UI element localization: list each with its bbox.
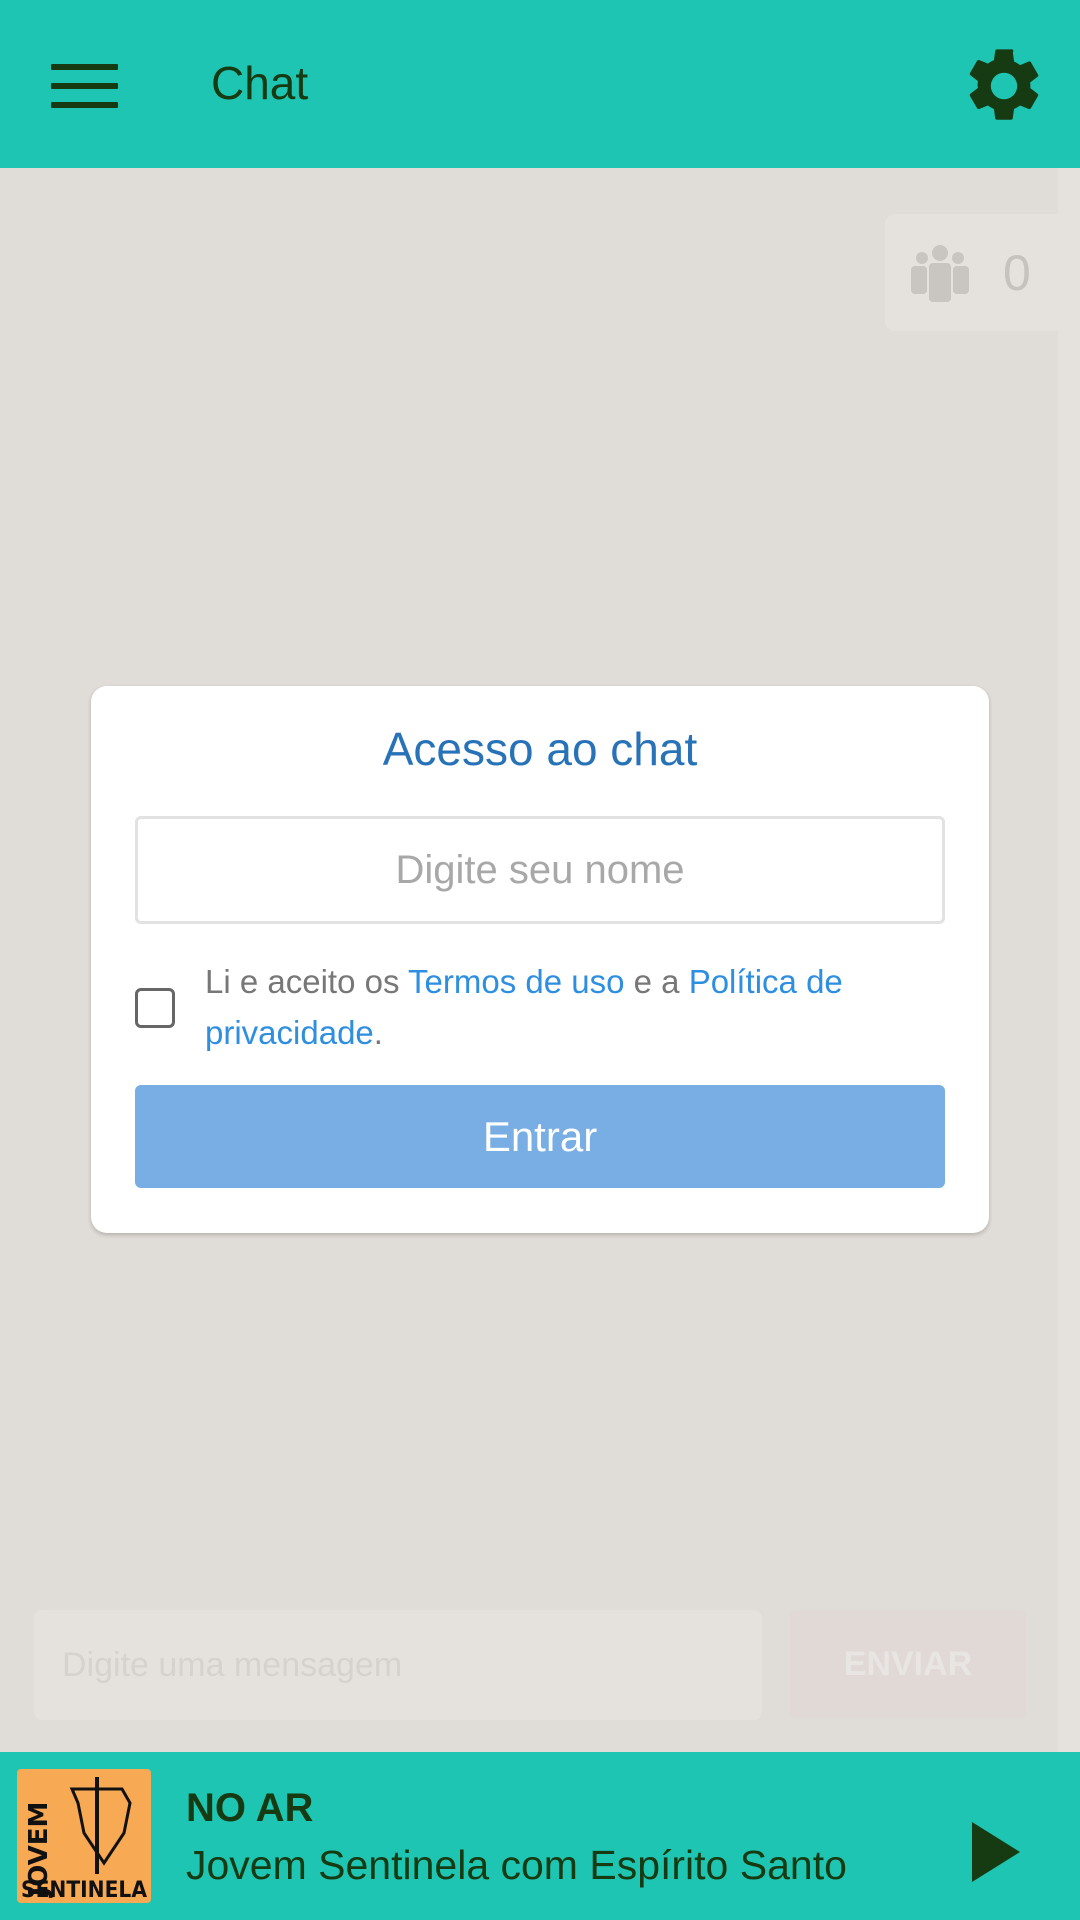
gear-icon[interactable] — [960, 42, 1048, 130]
svg-text:SENTINELA: SENTINELA — [21, 1878, 147, 1903]
station-logo: JOVEM SENTINELA — [17, 1769, 151, 1903]
name-input[interactable] — [135, 816, 945, 924]
terms-of-use-link[interactable]: Termos de uso — [408, 963, 624, 1000]
hamburger-menu-icon[interactable] — [51, 64, 118, 108]
terms-checkbox[interactable] — [135, 988, 175, 1028]
enter-button[interactable]: Entrar — [135, 1085, 945, 1188]
program-title: Jovem Sentinela com Espírito Santo — [186, 1842, 847, 1888]
terms-suffix: . — [373, 1014, 383, 1051]
terms-text: Li e aceito os Termos de uso e a Polític… — [205, 956, 925, 1058]
online-users-badge[interactable]: 0 — [885, 214, 1058, 331]
play-icon[interactable] — [972, 1822, 1020, 1882]
message-input[interactable] — [34, 1610, 762, 1720]
chat-login-dialog: Acesso ao chat Li e aceito os Termos de … — [91, 686, 989, 1233]
terms-prefix: Li e aceito os — [205, 963, 409, 1000]
terms-middle: e a — [624, 963, 689, 1000]
scrollbar[interactable] — [1058, 168, 1080, 1752]
radio-player-bar: JOVEM SENTINELA NO AR Jovem Sentinela com… — [0, 1752, 1080, 1920]
app-header: Chat — [0, 0, 1080, 168]
dialog-title: Acesso ao chat — [382, 723, 698, 775]
send-button[interactable]: ENVIAR — [790, 1610, 1026, 1718]
online-users-count: 0 — [1003, 245, 1031, 301]
users-icon — [911, 245, 969, 302]
on-air-label: NO AR — [186, 1786, 314, 1830]
page-title: Chat — [211, 57, 309, 109]
